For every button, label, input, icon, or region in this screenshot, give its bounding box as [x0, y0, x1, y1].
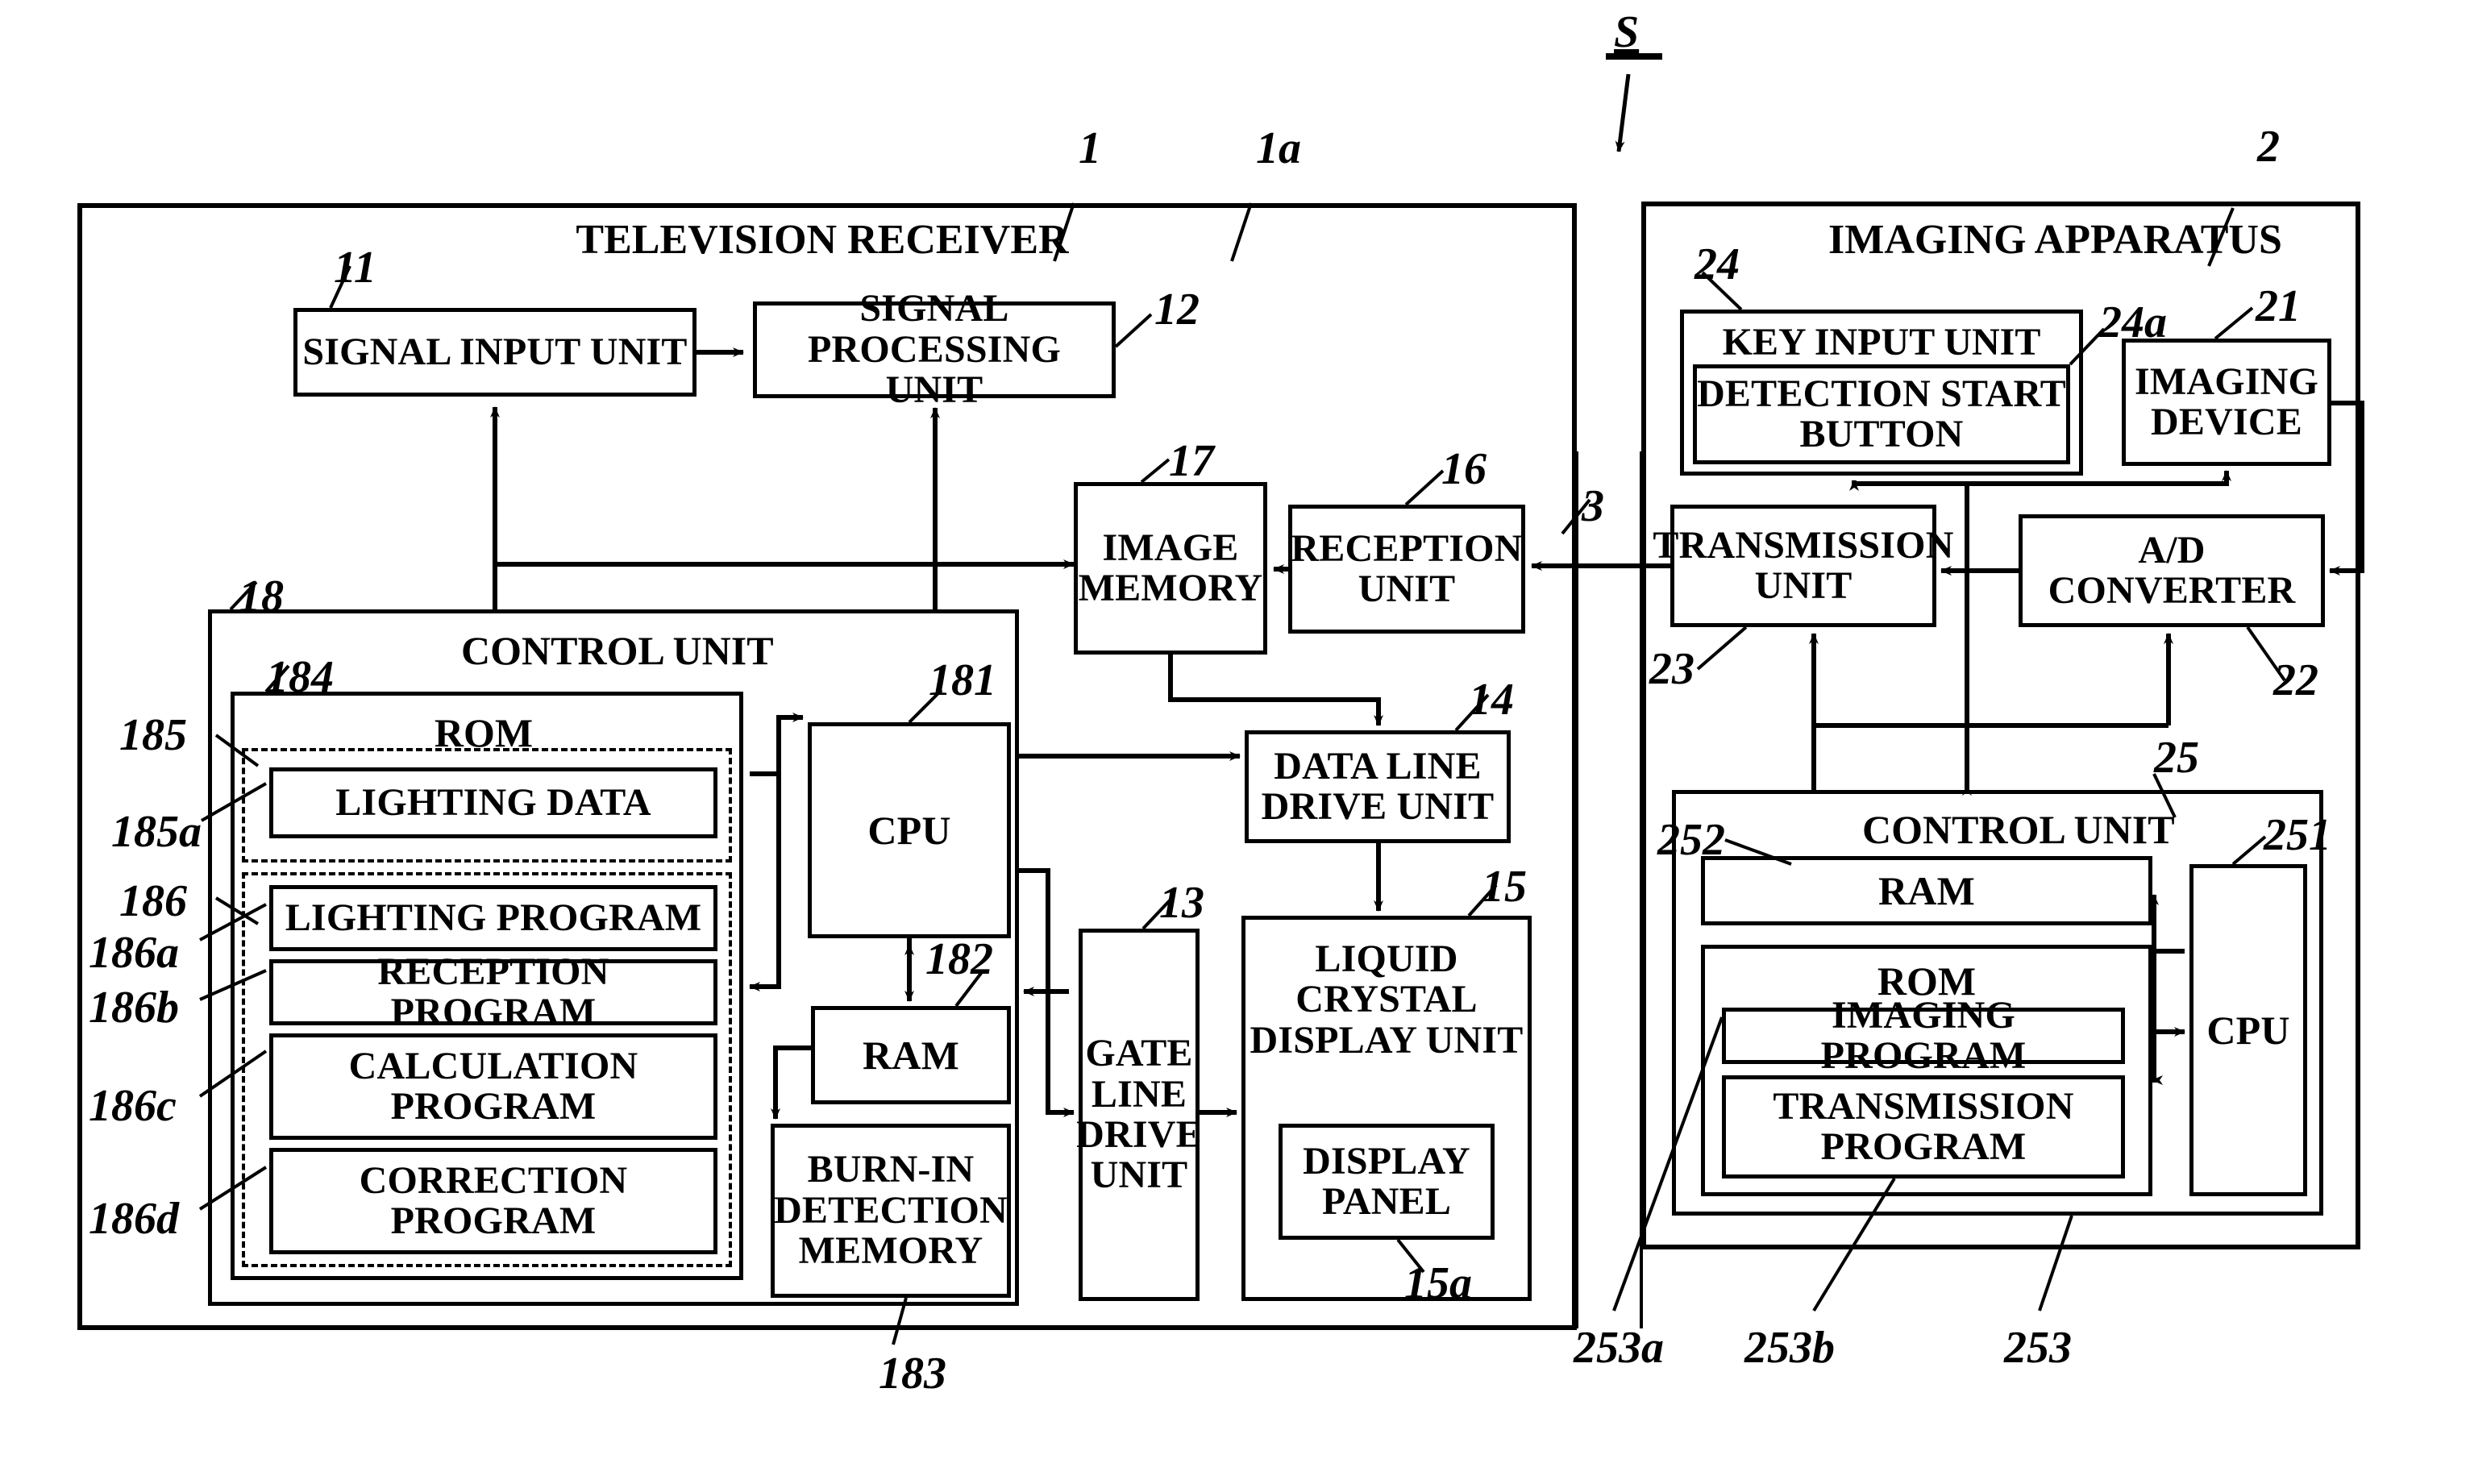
- signal-processing-unit-box: SIGNAL PROCESSING UNIT: [753, 289, 1116, 410]
- ref-13: 13: [1159, 878, 1204, 928]
- ref-12: 12: [1154, 285, 1200, 335]
- burn-in-detection-memory-box: BURN-IN DETECTION MEMORY: [771, 1124, 1011, 1298]
- ref-251: 251: [2264, 810, 2331, 860]
- tv-ram-box: RAM: [811, 1006, 1011, 1104]
- gate-line-drive-unit-box: GATE LINE DRIVE UNIT: [1076, 929, 1202, 1301]
- ref-1: 1: [1079, 123, 1101, 173]
- ref-11: 11: [334, 243, 376, 293]
- ref-253: 253: [2004, 1323, 2072, 1373]
- ref-15: 15: [1482, 862, 1527, 912]
- ref-252: 252: [1657, 815, 1725, 865]
- transmission-program-box: TRANSMISSION PROGRAM: [1722, 1075, 2125, 1178]
- system-label-s: S: [1614, 7, 1640, 57]
- ref-17: 17: [1169, 436, 1214, 486]
- ref-185: 185: [119, 710, 187, 760]
- ref-183: 183: [879, 1349, 946, 1399]
- ref-2: 2: [2257, 122, 2280, 172]
- ref-22: 22: [2273, 655, 2318, 705]
- ref-186b: 186b: [89, 983, 179, 1033]
- patent-figure-canvas: S TELEVISION RECEIVER 1 1a SIGNAL INPUT …: [0, 0, 2470, 1484]
- transmission-unit-box: TRANSMISSION UNIT: [1653, 505, 1953, 627]
- imaging-ram-box: RAM: [1701, 856, 2152, 925]
- lighting-data-box: LIGHTING DATA: [269, 767, 717, 838]
- detection-start-button-box[interactable]: DETECTION START BUTTON: [1693, 364, 2070, 464]
- ref-253a: 253a: [1574, 1323, 1664, 1373]
- ref-184: 184: [266, 652, 334, 702]
- ad-converter-box: A/D CONVERTER: [2019, 514, 2325, 627]
- imaging-device-box: IMAGING DEVICE: [2122, 339, 2331, 466]
- ref-18: 18: [239, 572, 284, 621]
- ref-186: 186: [119, 876, 187, 926]
- ref-25: 25: [2154, 733, 2199, 783]
- imaging-program-box: IMAGING PROGRAM: [1722, 995, 2125, 1076]
- ref-186c: 186c: [89, 1081, 177, 1131]
- imaging-cpu-box: CPU: [2189, 864, 2307, 1196]
- reception-unit-box: RECEPTION UNIT: [1288, 505, 1525, 634]
- tv-control-unit-title: CONTROL UNIT: [461, 628, 774, 673]
- ref-186d: 186d: [89, 1194, 179, 1244]
- ref-3: 3: [1582, 481, 1604, 531]
- imaging-apparatus-title: IMAGING APPARATUS: [1828, 217, 2282, 263]
- calculation-program-box: CALCULATION PROGRAM: [269, 1033, 717, 1140]
- imaging-control-unit-title: CONTROL UNIT: [1862, 807, 2175, 852]
- reception-program-box: RECEPTION PROGRAM: [269, 951, 717, 1033]
- tv-cpu-box: CPU: [808, 722, 1011, 938]
- ref-21: 21: [2256, 281, 2301, 331]
- image-memory-box: IMAGE MEMORY: [1074, 482, 1267, 655]
- ref-253b: 253b: [1744, 1323, 1835, 1373]
- ref-182: 182: [925, 934, 993, 984]
- key-input-unit-label: KEY INPUT UNIT: [1722, 321, 2041, 364]
- ref-1a: 1a: [1256, 123, 1301, 173]
- correction-program-box: CORRECTION PROGRAM: [269, 1148, 717, 1254]
- lighting-program-box: LIGHTING PROGRAM: [269, 885, 717, 951]
- ref-15a: 15a: [1404, 1258, 1472, 1308]
- ref-14: 14: [1469, 675, 1514, 725]
- signal-input-unit-box: SIGNAL INPUT UNIT: [293, 308, 697, 397]
- liquid-crystal-display-unit-box: LIQUID CRYSTAL DISPLAY UNIT: [1241, 916, 1532, 1301]
- ref-181: 181: [929, 655, 996, 705]
- ref-23: 23: [1649, 644, 1694, 694]
- ref-16: 16: [1441, 444, 1487, 494]
- ref-185a: 185a: [111, 807, 202, 857]
- ref-24: 24: [1694, 239, 1740, 289]
- television-receiver-title: TELEVISION RECEIVER: [576, 217, 1069, 263]
- ref-186a: 186a: [89, 928, 179, 978]
- data-line-drive-unit-box: DATA LINE DRIVE UNIT: [1245, 730, 1511, 843]
- display-panel-box: DISPLAY PANEL: [1279, 1124, 1495, 1240]
